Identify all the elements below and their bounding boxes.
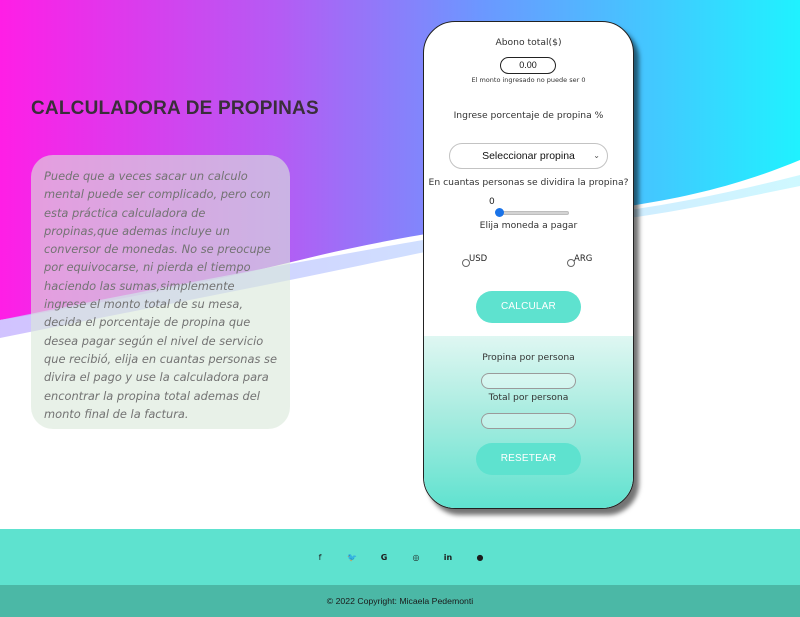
description-text: Puede que a veces sacar un calculo menta…: [44, 169, 277, 421]
amount-input[interactable]: 0.00: [500, 57, 556, 74]
twitter-icon[interactable]: 🐦: [345, 551, 359, 565]
copyright-text: © 2022 Copyright: Micaela Pedemonti: [326, 596, 474, 606]
currency-usd-label: USD: [469, 254, 488, 264]
instagram-icon[interactable]: ◎: [409, 551, 423, 565]
currency-label: Elija moneda a pagar: [479, 220, 578, 231]
people-slider-thumb[interactable]: [495, 208, 504, 217]
page-title: CALCULADORA DE PROPINAS: [31, 98, 319, 119]
currency-arg-label: ARG: [574, 254, 593, 264]
tip-per-person-output: [481, 373, 576, 389]
reset-button[interactable]: RESETEAR: [476, 443, 581, 475]
copyright-bar: © 2022 Copyright: Micaela Pedemonti: [0, 585, 800, 617]
description-card: Puede que a veces sacar un calculo menta…: [31, 155, 290, 429]
total-per-person-label: Total por persona: [488, 392, 569, 403]
chevron-down-icon: ⌄: [593, 151, 600, 160]
calculate-button[interactable]: CALCULAR: [476, 291, 581, 323]
hero-section: CALCULADORA DE PROPINAS Puede que a vece…: [0, 0, 800, 529]
people-slider[interactable]: [499, 211, 569, 215]
tip-percent-select-value: Seleccionar propina: [482, 150, 575, 162]
facebook-icon[interactable]: f: [313, 551, 327, 565]
total-per-person-output: [481, 413, 576, 429]
percent-label: Ingrese porcentaje de propina %: [453, 110, 604, 121]
footer-social-bar: f 🐦 G ◎ in ●: [0, 529, 800, 585]
google-icon[interactable]: G: [377, 551, 391, 565]
people-count: 0: [489, 197, 495, 207]
tip-per-person-label: Propina por persona: [482, 352, 575, 363]
people-label: En cuantas personas se dividira la propi…: [428, 177, 629, 188]
linkedin-icon[interactable]: in: [441, 551, 455, 565]
github-icon[interactable]: ●: [473, 551, 487, 565]
calculator-panel: Abono total($) 0.00 El monto ingresado n…: [423, 21, 634, 509]
tip-percent-select[interactable]: Seleccionar propina ⌄: [449, 143, 608, 169]
amount-label: Abono total($): [495, 37, 562, 48]
amount-hint: El monto ingresado no puede ser 0: [471, 76, 586, 84]
